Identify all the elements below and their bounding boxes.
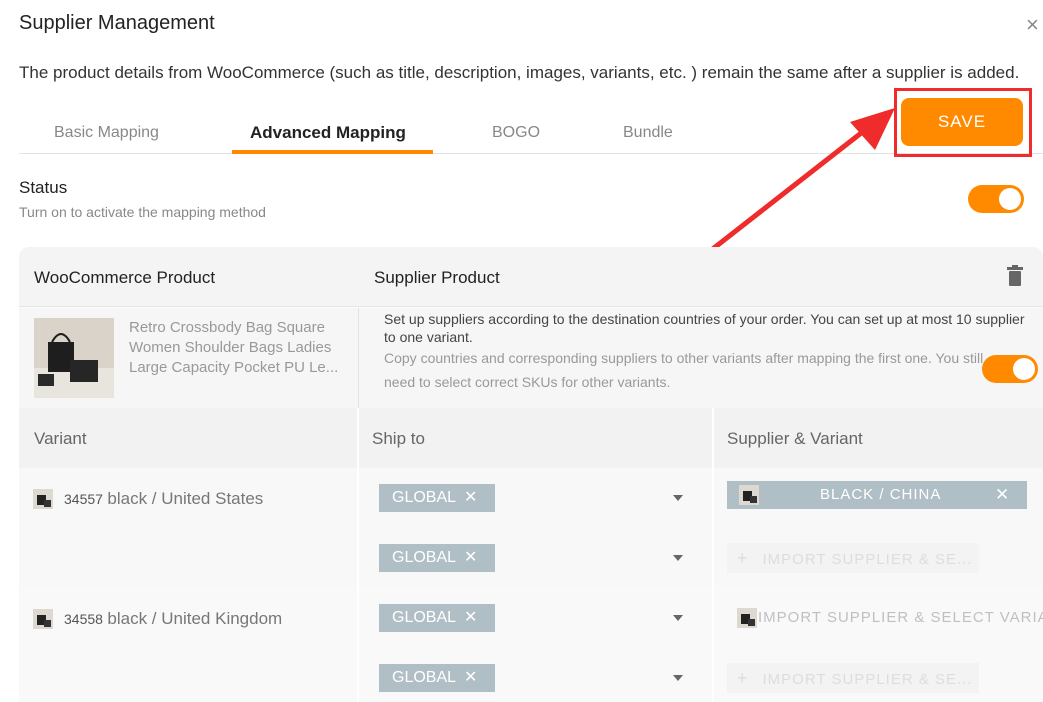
ship-to-tag[interactable]: GLOBAL ✕	[379, 544, 495, 572]
product-thumbnail	[34, 318, 114, 398]
col-supplier-product: Supplier Product	[374, 268, 500, 287]
variant-id: 34558	[64, 611, 103, 627]
ship-to-value: GLOBAL	[392, 609, 457, 626]
modal-title: Supplier Management	[19, 12, 215, 34]
col-ship-to: Ship to	[372, 429, 425, 448]
column-divider	[712, 588, 714, 702]
import-supplier-label: IMPORT SUPPLIER & SE...	[762, 551, 973, 568]
variant-id: 34557	[64, 491, 103, 507]
copy-toggle[interactable]	[982, 355, 1038, 383]
remove-icon[interactable]: ✕	[464, 549, 477, 566]
chevron-down-icon[interactable]	[673, 675, 683, 681]
save-button[interactable]: SAVE	[901, 98, 1023, 146]
trash-icon[interactable]	[1006, 265, 1024, 287]
status-toggle[interactable]	[968, 185, 1024, 213]
ship-to-tag[interactable]: GLOBAL ✕	[379, 664, 495, 692]
remove-icon[interactable]: ✕	[995, 481, 1010, 509]
variant-name: black / United Kingdom	[107, 609, 283, 628]
import-supplier-link[interactable]: IMPORT SUPPLIER & SELECT VARIAN	[727, 603, 1043, 633]
import-supplier-label: IMPORT SUPPLIER & SE...	[762, 671, 973, 688]
status-label: Status	[19, 178, 68, 197]
variant-label: 34557 black / United States	[64, 489, 263, 509]
ship-to-value: GLOBAL	[392, 669, 457, 686]
remove-icon[interactable]: ✕	[464, 609, 477, 626]
annotation-arrow	[693, 108, 895, 265]
plus-icon: +	[737, 548, 749, 568]
supplier-thumbnail	[737, 608, 757, 628]
toggle-knob	[999, 188, 1021, 210]
plus-icon: +	[737, 668, 749, 688]
status-description: Turn on to activate the mapping method	[19, 204, 266, 220]
chevron-down-icon[interactable]	[673, 615, 683, 621]
ship-to-tag[interactable]: GLOBAL ✕	[379, 484, 495, 512]
chevron-down-icon[interactable]	[673, 555, 683, 561]
ship-to-value: GLOBAL	[392, 489, 457, 506]
close-icon[interactable]: ×	[1026, 12, 1039, 38]
variant-thumbnail	[33, 489, 53, 509]
variant-thumbnail	[33, 609, 53, 629]
column-divider	[357, 588, 359, 702]
column-divider	[358, 308, 359, 408]
remove-icon[interactable]: ✕	[464, 489, 477, 506]
supplier-thumbnail	[739, 485, 759, 505]
modal-description: The product details from WooCommerce (su…	[19, 63, 1020, 82]
tab-bogo[interactable]: BOGO	[492, 118, 540, 154]
import-supplier-button[interactable]: + IMPORT SUPPLIER & SE...	[727, 663, 979, 693]
import-supplier-button[interactable]: + IMPORT SUPPLIER & SE...	[727, 543, 979, 573]
import-supplier-label: IMPORT SUPPLIER & SELECT VARIAN	[758, 609, 1043, 626]
ship-to-value: GLOBAL	[392, 549, 457, 566]
tab-advanced-mapping[interactable]: Advanced Mapping	[250, 118, 406, 154]
setup-instructions: Set up suppliers according to the destin…	[384, 311, 1025, 345]
ship-to-tag[interactable]: GLOBAL ✕	[379, 604, 495, 632]
chevron-down-icon[interactable]	[673, 495, 683, 501]
col-variant: Variant	[34, 429, 87, 448]
col-woocommerce-product: WooCommerce Product	[34, 268, 216, 287]
variant-header-row	[19, 408, 1043, 468]
toggle-knob	[1013, 358, 1035, 380]
product-title: Retro Crossbody Bag Square Women Shoulde…	[129, 319, 339, 376]
column-divider	[357, 468, 359, 588]
supplier-variant-value: BLACK / CHINA	[820, 486, 942, 503]
variant-label: 34558 black / United Kingdom	[64, 609, 282, 629]
variant-name: black / United States	[107, 489, 264, 508]
tab-basic-mapping[interactable]: Basic Mapping	[54, 118, 159, 154]
column-divider	[712, 468, 714, 588]
col-supplier-variant: Supplier & Variant	[727, 429, 863, 448]
remove-icon[interactable]: ✕	[464, 669, 477, 686]
tab-bundle[interactable]: Bundle	[623, 118, 673, 154]
active-tab-underline	[232, 150, 433, 154]
supplier-variant-tag[interactable]: BLACK / CHINA ✕	[727, 481, 1027, 509]
copy-instructions: Copy countries and corresponding supplie…	[384, 350, 984, 390]
